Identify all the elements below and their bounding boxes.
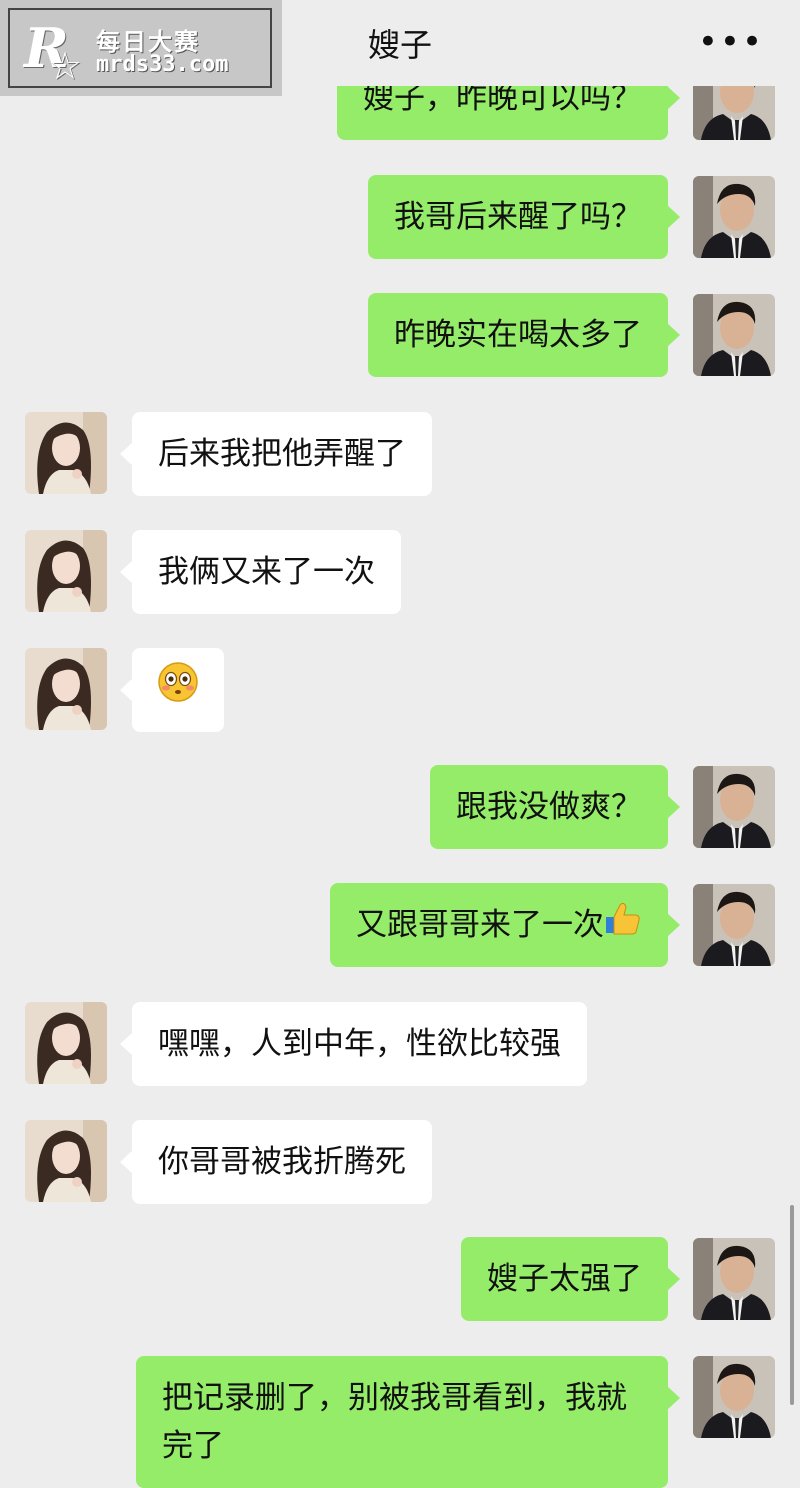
- my-avatar[interactable]: [693, 294, 775, 376]
- message-text: 我俩又来了一次: [158, 554, 375, 590]
- message-text: 昨晚实在喝太多了: [394, 317, 642, 353]
- message-text: 把记录删了，别被我哥看到，我就完了: [162, 1380, 627, 1464]
- my-avatar[interactable]: [693, 1238, 775, 1320]
- message-bubble-outgoing[interactable]: 跟我没做爽？: [430, 765, 680, 849]
- message-text: 我哥后来醒了吗？: [394, 199, 642, 235]
- my-avatar[interactable]: [693, 176, 775, 258]
- message-bubble-outgoing[interactable]: 把记录删了，别被我哥看到，我就完了: [136, 1356, 680, 1488]
- message-text: 嘿嘿，人到中年，性欲比较强: [158, 1026, 561, 1062]
- contact-avatar[interactable]: [25, 648, 107, 730]
- message-text: 嫂子太强了: [487, 1261, 642, 1297]
- watermark: R ☆ 每日大赛 mrds33.com: [0, 0, 282, 96]
- more-options-icon[interactable]: •••: [698, 22, 764, 62]
- my-avatar[interactable]: [693, 884, 775, 966]
- message-bubble-incoming[interactable]: 我俩又来了一次: [120, 530, 401, 614]
- message-bubble-incoming[interactable]: 嘿嘿，人到中年，性欲比较强: [120, 1002, 587, 1086]
- message-bubble-outgoing[interactable]: 昨晚实在喝太多了: [368, 293, 680, 377]
- watermark-url: mrds33.com: [96, 52, 229, 77]
- message-text: 你哥哥被我折腾死: [158, 1144, 406, 1180]
- message-text: 跟我没做爽？: [456, 789, 642, 825]
- watermark-frame: R ☆ 每日大赛 mrds33.com: [8, 8, 272, 88]
- message-bubble-outgoing[interactable]: 嫂子太强了: [461, 1237, 680, 1321]
- thumbs-up-icon: [604, 885, 642, 969]
- scrollbar[interactable]: [790, 1205, 794, 1405]
- message-bubble-incoming[interactable]: 后来我把他弄醒了: [120, 412, 432, 496]
- my-avatar[interactable]: [693, 1356, 775, 1438]
- star-icon: ☆: [48, 44, 83, 88]
- contact-avatar[interactable]: [25, 530, 107, 612]
- message-bubble-outgoing[interactable]: 我哥后来醒了吗？: [368, 175, 680, 259]
- flushed-face-icon: [158, 650, 198, 734]
- message-bubble-outgoing[interactable]: 又跟哥哥来了一次: [330, 883, 680, 969]
- message-text: 后来我把他弄醒了: [158, 436, 406, 472]
- message-text: 又跟哥哥来了一次: [356, 907, 604, 943]
- contact-avatar[interactable]: [25, 1002, 107, 1084]
- message-bubble-incoming[interactable]: 你哥哥被我折腾死: [120, 1120, 432, 1204]
- contact-avatar[interactable]: [25, 412, 107, 494]
- my-avatar[interactable]: [693, 766, 775, 848]
- message-bubble-incoming[interactable]: [120, 648, 224, 734]
- contact-avatar[interactable]: [25, 1120, 107, 1202]
